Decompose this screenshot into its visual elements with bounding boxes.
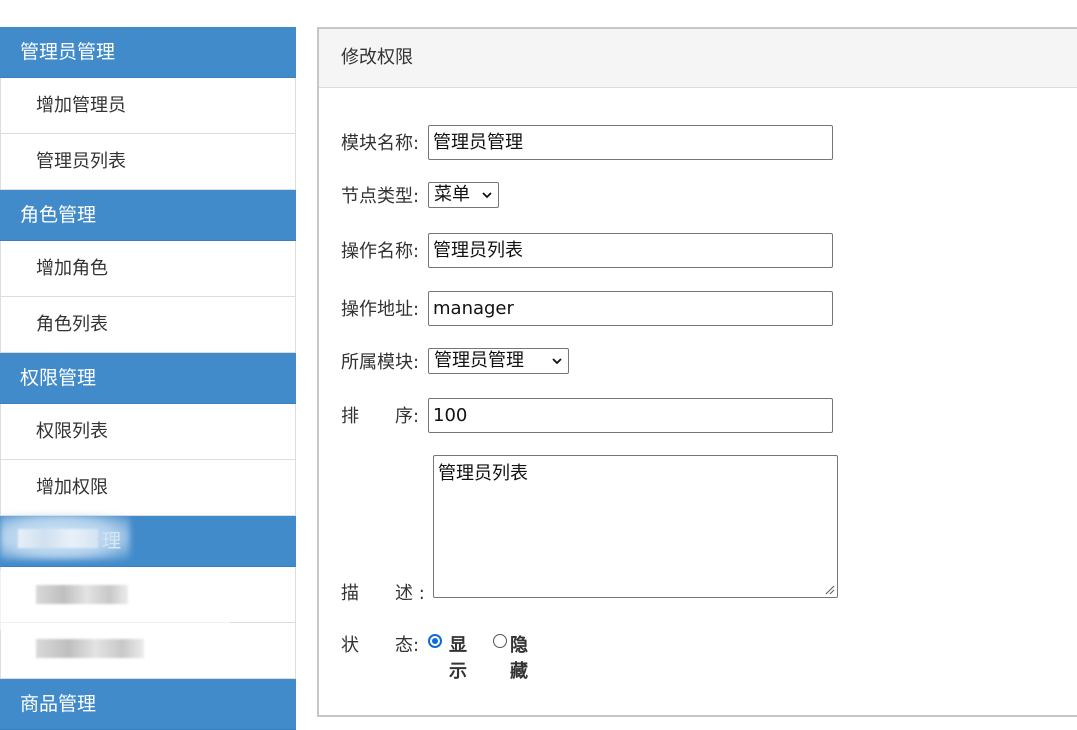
status-label: 状 态: (341, 635, 420, 656)
resize-handle-icon[interactable] (823, 583, 835, 595)
status-show-label[interactable]: 显示 (449, 631, 467, 683)
sidebar-group-blurred[interactable]: 理 (0, 516, 296, 567)
sidebar-item-add-role[interactable]: 增加角色 (0, 241, 296, 297)
status-hide-radio[interactable] (493, 634, 507, 648)
node-type-select[interactable]: 菜单 (428, 182, 499, 208)
sidebar-item-add-permission[interactable]: 增加权限 (0, 460, 296, 516)
status-hide-label[interactable]: 隐藏 (510, 631, 528, 683)
panel-title: 修改权限 (319, 29, 1077, 88)
action-url-input[interactable]: manager (428, 291, 833, 326)
description-textarea[interactable]: 管理员列表 (433, 455, 838, 598)
parent-module-selected: 管理员管理 (434, 350, 524, 371)
sidebar-item-admin-list[interactable]: 管理员列表 (0, 134, 296, 190)
action-name-input[interactable]: 管理员列表 (428, 233, 833, 268)
parent-module-select[interactable]: 管理员管理 (428, 348, 569, 374)
chevron-down-icon (552, 358, 562, 365)
sidebar-group-product[interactable]: 商品管理 (0, 679, 296, 730)
chevron-down-icon (482, 192, 492, 199)
action-name-label: 操作名称: (341, 241, 420, 262)
sidebar-item-blurred-1[interactable] (0, 567, 296, 623)
sort-label: 排 序: (341, 406, 420, 427)
sidebar-item-permission-list[interactable]: 权限列表 (0, 404, 296, 460)
sidebar-group-admin[interactable]: 管理员管理 (0, 27, 296, 78)
edit-permission-panel: 修改权限 模块名称: 管理员管理 节点类型: 菜单 操作名称: 管理员列表 操作… (317, 27, 1077, 717)
sidebar-item-role-list[interactable]: 角色列表 (0, 297, 296, 353)
description-text: 管理员列表 (438, 463, 528, 484)
module-name-label: 模块名称: (341, 133, 420, 154)
action-url-label: 操作地址: (341, 299, 420, 320)
sidebar-item-blurred-2[interactable] (0, 623, 296, 679)
sidebar-group-role[interactable]: 角色管理 (0, 190, 296, 241)
sidebar-item-add-admin[interactable]: 增加管理员 (0, 78, 296, 134)
sidebar-group-permission[interactable]: 权限管理 (0, 353, 296, 404)
node-type-label: 节点类型: (341, 186, 420, 207)
sidebar: 管理员管理 增加管理员 管理员列表 角色管理 增加角色 角色列表 权限管理 权限… (0, 27, 296, 730)
parent-module-label: 所属模块: (341, 352, 420, 373)
module-name-input[interactable]: 管理员管理 (428, 125, 833, 160)
sort-input[interactable]: 100 (428, 398, 833, 433)
status-show-radio[interactable] (428, 634, 442, 648)
description-label: 描 述 : (341, 583, 425, 604)
node-type-selected: 菜单 (434, 184, 470, 205)
